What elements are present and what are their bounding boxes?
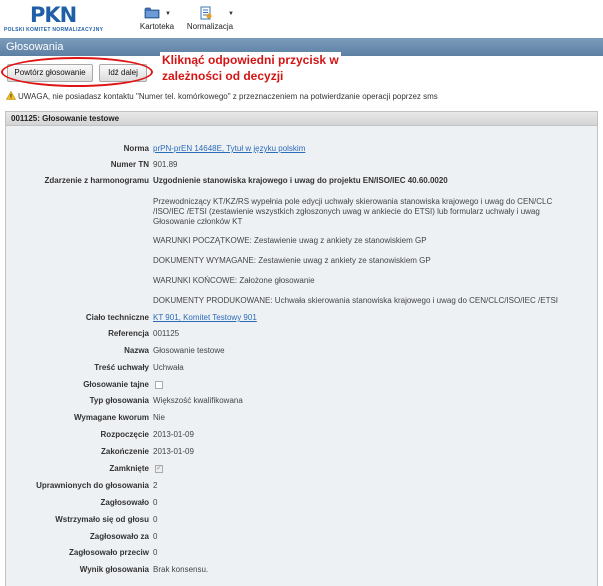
warning-text: UWAGA, nie posiadasz kontaktu "Numer tel… bbox=[18, 92, 438, 101]
top-bar: PKN POLSKI KOMITET NORMALIZACYJNY ▼ Kart… bbox=[0, 0, 603, 39]
uprawnionych-label: Uprawnionych do głosowania bbox=[36, 481, 149, 490]
go-next-button[interactable]: Idź dalej bbox=[99, 64, 147, 82]
zakonczenie-value: 2013-01-09 bbox=[153, 447, 194, 456]
wstrzymalo-value: 0 bbox=[153, 515, 158, 524]
nav-kartoteka-label: Kartoteka bbox=[139, 22, 175, 31]
uprawnionych-value: 2 bbox=[153, 481, 158, 490]
annotation-line-1: Kliknąć odpowiedni przycisk w bbox=[162, 53, 339, 67]
referencja-label: Referencja bbox=[108, 329, 149, 338]
za-label: Zagłosowało za bbox=[89, 532, 149, 541]
rozpoczecie-value: 2013-01-09 bbox=[153, 430, 194, 439]
kworum-label: Wymagane kworum bbox=[74, 413, 149, 422]
referencja-value: 001125 bbox=[153, 329, 180, 338]
rozpoczecie-label: Rozpoczęcie bbox=[100, 430, 149, 439]
przeciw-value: 0 bbox=[153, 548, 158, 557]
tresc-value: Uchwała bbox=[153, 363, 184, 372]
logo-text: POLSKI KOMITET NORMALIZACYJNY bbox=[4, 27, 104, 33]
zdarzenie-value: Uzgodnienie stanowiska krajowego i uwag … bbox=[153, 176, 448, 185]
nazwa-value: Głosowanie testowe bbox=[153, 346, 225, 355]
folder-icon: ▼ bbox=[134, 6, 180, 20]
vote-details-panel: Norma prPN-prEN 14648E, Tytuł w języku p… bbox=[5, 126, 598, 586]
nav-normalizacja[interactable]: ▼ Normalizacja bbox=[184, 6, 236, 34]
secret-vote-checkbox[interactable] bbox=[155, 381, 163, 389]
dokumenty-produkowane: DOKUMENTY PRODUKOWANE: Uchwała skierowan… bbox=[153, 296, 559, 305]
wynik-value: Brak konsensu. bbox=[153, 565, 209, 574]
zaglosowalo-value: 0 bbox=[153, 498, 158, 507]
nav-kartoteka[interactable]: ▼ Kartoteka bbox=[134, 6, 180, 34]
cialo-link[interactable]: KT 901, Komitet Testowy 901 bbox=[153, 313, 257, 322]
logo-mark: PKN bbox=[30, 3, 77, 27]
panel-title: 001125: Głosowanie testowe bbox=[11, 114, 120, 123]
numer-tn-value: 901.89 bbox=[153, 160, 178, 169]
norma-label: Norma bbox=[123, 144, 149, 153]
warning-icon bbox=[5, 90, 17, 102]
tajne-label: Głosowanie tajne bbox=[83, 380, 149, 389]
closed-checkbox[interactable] bbox=[155, 463, 163, 473]
kworum-value: Nie bbox=[153, 413, 166, 422]
nav-normalizacja-label: Normalizacja bbox=[186, 22, 234, 31]
za-value: 0 bbox=[153, 532, 158, 541]
tresc-label: Treść uchwały bbox=[94, 363, 149, 372]
page-title: Głosowania bbox=[6, 41, 64, 53]
typ-label: Typ głosowania bbox=[89, 396, 149, 405]
sms-warning: UWAGA, nie posiadasz kontaktu "Numer tel… bbox=[5, 90, 438, 102]
cialo-label: Ciało techniczne bbox=[85, 313, 149, 322]
wstrzymalo-label: Wstrzymało się od głosu bbox=[55, 515, 149, 524]
pkn-logo[interactable]: PKN POLSKI KOMITET NORMALIZACYJNY bbox=[4, 3, 120, 35]
zdarzenie-label: Zdarzenie z harmonogramu bbox=[44, 176, 149, 185]
wynik-label: Wynik głosowania bbox=[79, 565, 149, 574]
zamkniete-label: Zamknięte bbox=[109, 464, 149, 473]
nazwa-label: Nazwa bbox=[124, 346, 149, 355]
typ-value: Większość kwalifikowana bbox=[153, 396, 243, 405]
zaglosowalo-label: Zagłosowało bbox=[100, 498, 149, 507]
warunki-koncowe: WARUNKI KOŃCOWE: Założone głosowanie bbox=[153, 276, 315, 285]
dokumenty-wymagane: DOKUMENTY WYMAGANE: Zestawienie uwag z a… bbox=[153, 256, 431, 265]
event-description: Przewodniczący KT/KZ/RS wypełnia pole ed… bbox=[153, 197, 553, 226]
annotation-callout: Kliknąć odpowiedni przycisk w zależności… bbox=[160, 52, 341, 84]
zakonczenie-label: Zakończenie bbox=[100, 447, 149, 456]
numer-tn-label: Numer TN bbox=[110, 160, 149, 169]
warunki-poczatkowe: WARUNKI POCZĄTKOWE: Zestawienie uwag z a… bbox=[153, 236, 427, 245]
przeciw-label: Zagłosowało przeciw bbox=[68, 548, 149, 557]
norma-link[interactable]: prPN-prEN 14648E, Tytuł w języku polskim bbox=[153, 144, 305, 153]
panel-header: 001125: Głosowanie testowe bbox=[5, 111, 598, 126]
repeat-vote-button[interactable]: Powtórz głosowanie bbox=[7, 64, 93, 82]
annotation-line-2: zależności od decyzji bbox=[162, 69, 284, 83]
standards-icon: ▼ bbox=[184, 6, 236, 20]
